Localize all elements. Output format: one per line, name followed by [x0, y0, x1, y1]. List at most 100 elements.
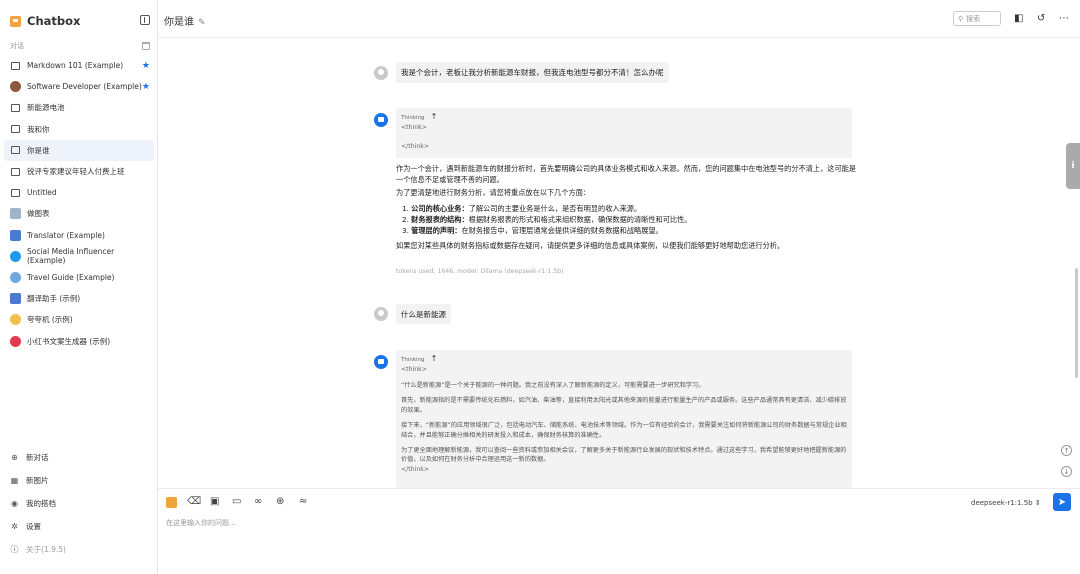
clap-avatar-icon [10, 314, 21, 326]
eraser-icon[interactable]: ⌫ [187, 496, 201, 507]
assistant-lead: 为了更清楚地进行财务分析，请您将重点放在以下几个方面： [396, 188, 591, 198]
info-icon: ⓘ [10, 545, 19, 554]
message-input[interactable]: 在这里输入你的问题... [166, 518, 236, 528]
list-item: 2. 财务报表的结构：根据财务报表的形式和格式来组织数据，确保数据的清晰性和可比… [402, 214, 856, 225]
conversation-label: 新能源电池 [27, 103, 65, 113]
collapse-arrow-icon[interactable]: ↑ [431, 354, 438, 363]
star-icon[interactable]: ★ [142, 61, 150, 71]
conversation-item[interactable]: 小红书文案生成器 (示例) [4, 330, 154, 351]
app-title: Chatbox [27, 14, 81, 28]
scrollbar[interactable] [1075, 268, 1078, 378]
gear-icon: ✲ [11, 522, 18, 531]
my-partners-button[interactable]: ◉ 我的搭档 [10, 492, 150, 515]
thinking-header: Thinking ↑ [401, 112, 847, 123]
send-button[interactable]: ➤ [1053, 493, 1071, 511]
conversation-label: Social Media Influencer (Example) [27, 247, 115, 266]
user-message-text: 我是个会计，老板让我分析新能源车财报，但我连电池型号都分不清！怎么办呢 [401, 68, 664, 77]
trash-icon[interactable] [142, 42, 150, 50]
conversation-item[interactable]: 夸夸机 (示例) [4, 309, 154, 330]
chat-title-wrap[interactable]: 你是谁 ✎ [164, 13, 206, 28]
conversation-item[interactable]: 翻译助手 (示例) [4, 288, 154, 309]
conversations-section-header: 对话 [10, 41, 150, 51]
thinking-paragraph: 首先，新能源指的是不需要传统化石燃料，如汽油、柴油等，直接利用太阳光或其他来源的… [401, 397, 847, 414]
app-logo-icon [10, 15, 21, 27]
list-number: 3. [402, 226, 409, 236]
star-icon[interactable]: ★ [142, 82, 150, 92]
layout-toggle-icon[interactable]: ◧ [1014, 13, 1023, 24]
new-image-label: 新图片 [26, 476, 49, 485]
new-chat-button[interactable]: ⊕ 新对话 [10, 446, 150, 469]
conversation-item[interactable]: 我和你 [4, 119, 154, 140]
model-name: deepseek-r1:1.5b [971, 499, 1033, 507]
chat-bubble-icon [10, 187, 21, 198]
my-partners-label: 我的搭档 [26, 499, 56, 508]
conversation-item[interactable]: Markdown 101 (Example) ★ [4, 55, 154, 76]
assistant-outro: 如果您对某些具体的财务指标或数据存在疑问，请提供更多详细的信息或具体案例，以便我… [396, 241, 785, 251]
conversation-item[interactable]: Social Media Influencer (Example) [4, 246, 154, 267]
conversation-item[interactable]: 新能源电池 [4, 97, 154, 118]
settings-sliders-icon[interactable]: ≈ [299, 496, 307, 507]
conversation-label: 小红书文案生成器 (示例) [27, 336, 111, 346]
thinking-block[interactable]: Thinking ↑ <think> “什么是新能源”是一个关于能源的一种问题。我… [396, 350, 852, 488]
folder-icon[interactable]: ▭ [232, 496, 241, 507]
list-item-bold: 管理层的声明： [411, 226, 462, 236]
conversation-label: Markdown 101 (Example) [27, 61, 124, 71]
scroll-up-button[interactable]: ↑ [1061, 445, 1072, 456]
translator-avatar-icon [10, 229, 21, 241]
thinking-paragraph: 接下来，“新能源”的应用领域很广泛，包括电动汽车、储能系统、电池技术等领域。作为… [401, 422, 847, 439]
think-open-tag: <think> [401, 366, 427, 373]
conversation-item[interactable]: 锐评专家建议年轻人付费上班 [4, 161, 154, 182]
list-number: 1. [402, 203, 409, 213]
section-label: 对话 [10, 42, 24, 50]
chevron-updown-icon: ⇕ [1034, 499, 1041, 507]
thinking-paragraph: 为了更全面地理解新能源，我可以查阅一些资料或参加相关会议，了解更多关于新能源行业… [401, 447, 847, 464]
sidebar-bottom-menu: ⊕ 新对话 ▦ 新图片 ◉ 我的搭档 ✲ 设置 ⓘ 关于(1.9.5) [10, 446, 150, 561]
thinking-header: Thinking ↑ [401, 354, 847, 365]
user-message-text: 什么是新能源 [401, 309, 446, 319]
chatbox-logo-icon[interactable] [166, 497, 177, 508]
about-button[interactable]: ⓘ 关于(1.9.5) [10, 538, 150, 561]
plus-circle-icon: ⊕ [11, 453, 18, 462]
globe-icon[interactable]: ⊕ [276, 496, 284, 507]
settings-label: 设置 [26, 522, 41, 531]
more-options-icon[interactable]: ⋯ [1059, 13, 1069, 24]
edit-pencil-icon[interactable]: ✎ [198, 18, 206, 28]
scroll-down-button[interactable]: ↓ [1061, 466, 1072, 477]
side-tab-label: i [1071, 161, 1075, 171]
avatar-icon [10, 81, 21, 93]
settings-button[interactable]: ✲ 设置 [10, 515, 150, 538]
list-item: 1. 公司的核心业务：了解公司的主要业务是什么，是否有明显的收入来源。 [402, 203, 856, 214]
list-item: 3. 管理层的声明：在财务报告中，管理层通常会提供详细的财务数据和战略展望。 [402, 225, 856, 236]
collapse-sidebar-icon[interactable] [140, 15, 150, 25]
conversation-item[interactable]: Software Developer (Example) ★ [4, 76, 154, 97]
side-panel-tab[interactable]: i [1066, 143, 1080, 189]
conversation-label: Software Developer (Example) [27, 82, 142, 92]
twitter-icon [10, 250, 21, 262]
conversation-item[interactable]: 做图表 [4, 203, 154, 224]
conversation-item[interactable]: Travel Guide (Example) [4, 267, 154, 288]
list-item-bold: 财务报表的结构： [411, 214, 469, 224]
collapse-arrow-icon[interactable]: ↑ [431, 112, 438, 121]
think-close-tag: </think> [401, 143, 430, 150]
image-upload-icon[interactable]: ▣ [210, 496, 219, 507]
new-image-button[interactable]: ▦ 新图片 [10, 469, 150, 492]
search-input[interactable]: ⚲ 搜索 [953, 11, 1001, 26]
link-icon[interactable]: ∞ [254, 496, 262, 507]
thinking-label: Thinking [401, 115, 425, 121]
list-item-text: 了解公司的主要业务是什么，是否有明显的收入来源。 [468, 203, 642, 213]
history-icon[interactable]: ↺ [1037, 13, 1045, 24]
conversation-label: 我和你 [27, 124, 50, 134]
chat-title: 你是谁 [164, 17, 194, 28]
message-meta: tokens used: 1646, model: Ollama (deepse… [396, 268, 564, 275]
thinking-block[interactable]: Thinking ↑ <think> </think> [396, 108, 852, 158]
conversation-item-active[interactable]: 你是谁 [4, 139, 154, 161]
conversation-list: Markdown 101 (Example) ★ Software Develo… [4, 55, 154, 352]
model-selector[interactable]: deepseek-r1:1.5b ⇕ [971, 499, 1041, 507]
chat-bubble-icon [10, 60, 21, 71]
conversation-label: 锐评专家建议年轻人付费上班 [27, 167, 125, 177]
robot-icon: ◉ [11, 499, 18, 508]
conversation-item[interactable]: Translator (Example) [4, 225, 154, 246]
conversation-item[interactable]: Untitled [4, 182, 154, 203]
conversation-label: Translator (Example) [27, 230, 105, 240]
image-icon: ▦ [10, 476, 19, 485]
